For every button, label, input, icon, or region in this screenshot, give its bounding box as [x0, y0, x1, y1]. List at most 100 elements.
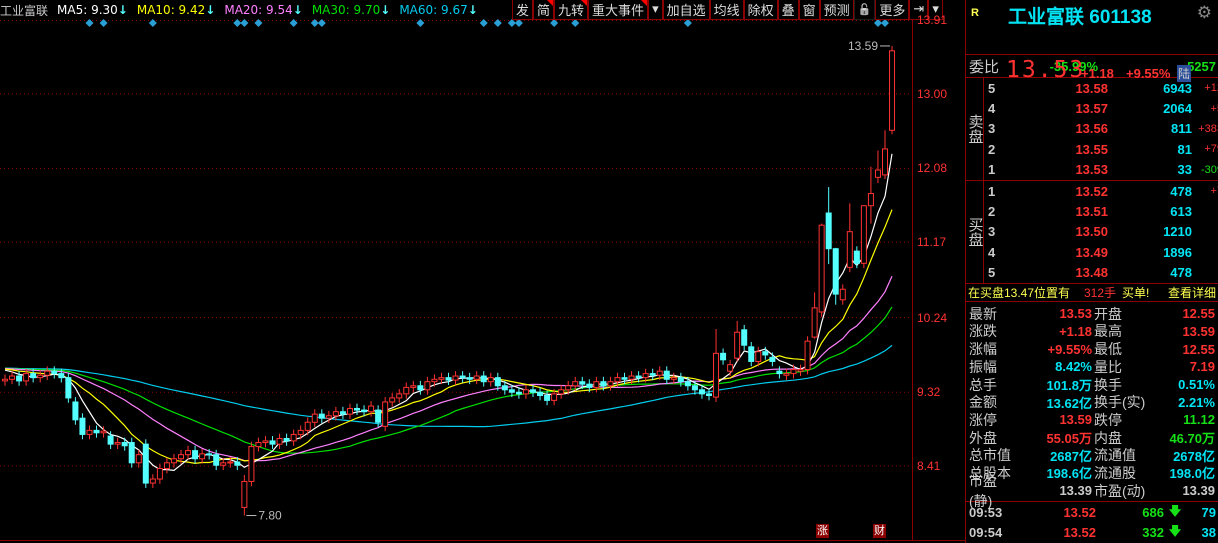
candle-up: [255, 442, 262, 448]
candle-up: [199, 453, 206, 460]
candle-up: [9, 375, 16, 380]
gear-icon[interactable]: ⚙: [1197, 3, 1212, 23]
level-change: -309: [1200, 163, 1218, 176]
stat-value: 12.55: [1182, 341, 1215, 357]
stat-value: 13.39: [1059, 483, 1092, 499]
notice-qty: 312手: [1084, 285, 1117, 300]
toolbar-forecast-button[interactable]: 预测: [819, 0, 854, 20]
candle-up: [628, 375, 635, 380]
stat-value: 13.59: [1059, 412, 1092, 428]
y-axis-label: 13.00: [917, 86, 948, 101]
candle-down: [501, 385, 508, 391]
candle-down: [213, 454, 220, 466]
market-badge: 陆: [1177, 65, 1192, 82]
candle-up: [565, 385, 572, 391]
buy-level-row[interactable]: 4 13.49 1896: [984, 242, 1218, 262]
candle-up: [149, 478, 156, 484]
candle-up: [874, 169, 881, 178]
level-volume: 2064: [1163, 101, 1192, 117]
candle-down: [283, 437, 290, 442]
toolbar-simple-button[interactable]: 简: [533, 0, 555, 20]
toolbar-events-dropdown[interactable]: ▾: [648, 0, 663, 20]
sell-level-row[interactable]: 4 13.57 2064 +5: [984, 98, 1218, 118]
candle-down: [107, 435, 114, 445]
ma20-line: [4, 275, 893, 462]
candle-up: [100, 430, 107, 434]
candle-down: [544, 394, 551, 401]
candle-down: [748, 346, 755, 362]
sell-level-row[interactable]: 3 13.56 811 +383: [984, 119, 1218, 139]
candle-up: [332, 411, 339, 417]
level-price: 13.57: [1075, 101, 1108, 117]
toolbar-ex-rights-button[interactable]: 除权: [743, 0, 778, 20]
toolbar-more-button[interactable]: 更多: [875, 0, 910, 20]
candle-up: [304, 421, 311, 431]
candle-up: [276, 437, 283, 445]
lock-icon[interactable]: 🔓: [853, 0, 876, 20]
toolbar-add-watchlist-button[interactable]: 加自选: [662, 0, 710, 20]
candle-up: [23, 373, 30, 382]
stock-name: 工业富联: [0, 3, 49, 18]
candle-up: [163, 462, 170, 469]
candle-down: [684, 381, 691, 387]
candle-up: [396, 393, 403, 399]
buy-book: 买盘 1 13.52 478 +7 2 13.51 613 3 13.50 1210 4 13.49 1…: [966, 180, 1218, 284]
level-change: +79: [1204, 143, 1218, 156]
level-change: +383: [1198, 122, 1218, 135]
candle-down: [51, 370, 58, 375]
candle-down: [508, 389, 515, 393]
tick-time: 09:53: [969, 504, 1003, 520]
candle-up: [248, 446, 255, 482]
toolbar-fa-button[interactable]: 发: [512, 0, 534, 20]
candle-up: [156, 467, 163, 480]
event-marker-icon: [240, 19, 249, 27]
candle-up: [178, 454, 184, 460]
kline-canvas[interactable]: 13.59 7.80: [0, 0, 965, 543]
stat-value: 12.55: [1182, 306, 1215, 322]
level-number: 3: [988, 224, 996, 240]
tick-time: 09:54: [969, 524, 1003, 540]
y-axis-label: 10.24: [917, 310, 948, 325]
candle-down: [621, 377, 628, 380]
limit-up-badge[interactable]: 涨: [816, 524, 829, 538]
stat-value: +1.18: [1059, 323, 1092, 339]
sell-level-row[interactable]: 1 13.53 33 -309: [984, 160, 1218, 180]
toolbar-major-events-button[interactable]: 重大事件: [588, 0, 649, 20]
candle-down: [417, 385, 424, 391]
candle-down: [649, 373, 656, 376]
toolbar-window-button[interactable]: 窗: [798, 0, 820, 20]
buy-level-row[interactable]: 5 13.48 478: [984, 263, 1218, 283]
candle-down: [121, 442, 128, 447]
kline-chart[interactable]: 13.59 7.80 工业富联 MA5: 9.30 ↓ MA10: 9.42 ↓ MA…: [0, 0, 965, 543]
candle-down: [339, 411, 346, 415]
view-details-link[interactable]: 查看详细: [1168, 284, 1216, 301]
candle-up: [839, 288, 846, 301]
candle-down: [853, 250, 860, 264]
stat-value: 11.12: [1183, 412, 1215, 428]
stats-row: 涨幅 +9.55% 最低 12.55: [966, 340, 1218, 358]
toolbar-overlay-button[interactable]: 叠: [777, 0, 799, 20]
toolbar-ma-button[interactable]: 均线: [709, 0, 744, 20]
stats-row: 总市值 2687亿 流通值 2678亿: [966, 446, 1218, 464]
toolbar-nine-turn-button[interactable]: 九转: [554, 0, 589, 20]
level-price: 13.53: [1075, 162, 1108, 178]
notice-text: 在买盘13.47位置有: [968, 285, 1071, 300]
buy-level-row[interactable]: 1 13.52 478 +7: [984, 181, 1218, 201]
stats-row: 涨跌 +1.18 最高 13.59: [966, 323, 1218, 341]
stat-value: 198.6亿: [1046, 466, 1092, 482]
buy-book-label: 买盘: [966, 180, 984, 283]
candle-up: [170, 458, 177, 464]
finance-badge[interactable]: 财: [873, 524, 886, 538]
candle-down: [269, 440, 276, 445]
event-marker-icon: [507, 19, 516, 27]
buy-level-row[interactable]: 2 13.51 613: [984, 201, 1218, 221]
candle-down: [825, 212, 832, 250]
y-axis-label: 13.91: [917, 13, 948, 27]
stat-value: 2.21%: [1178, 394, 1215, 410]
level-number: 1: [988, 183, 996, 199]
candle-up: [614, 377, 621, 383]
tick-row: 09:53 13.52 686 🡇 79: [966, 502, 1218, 522]
price-row: 13.53 +1.18 +9.55% 陆: [966, 28, 1218, 83]
buy-level-row[interactable]: 3 13.50 1210: [984, 222, 1218, 242]
sell-level-row[interactable]: 2 13.55 81 +79: [984, 139, 1218, 159]
